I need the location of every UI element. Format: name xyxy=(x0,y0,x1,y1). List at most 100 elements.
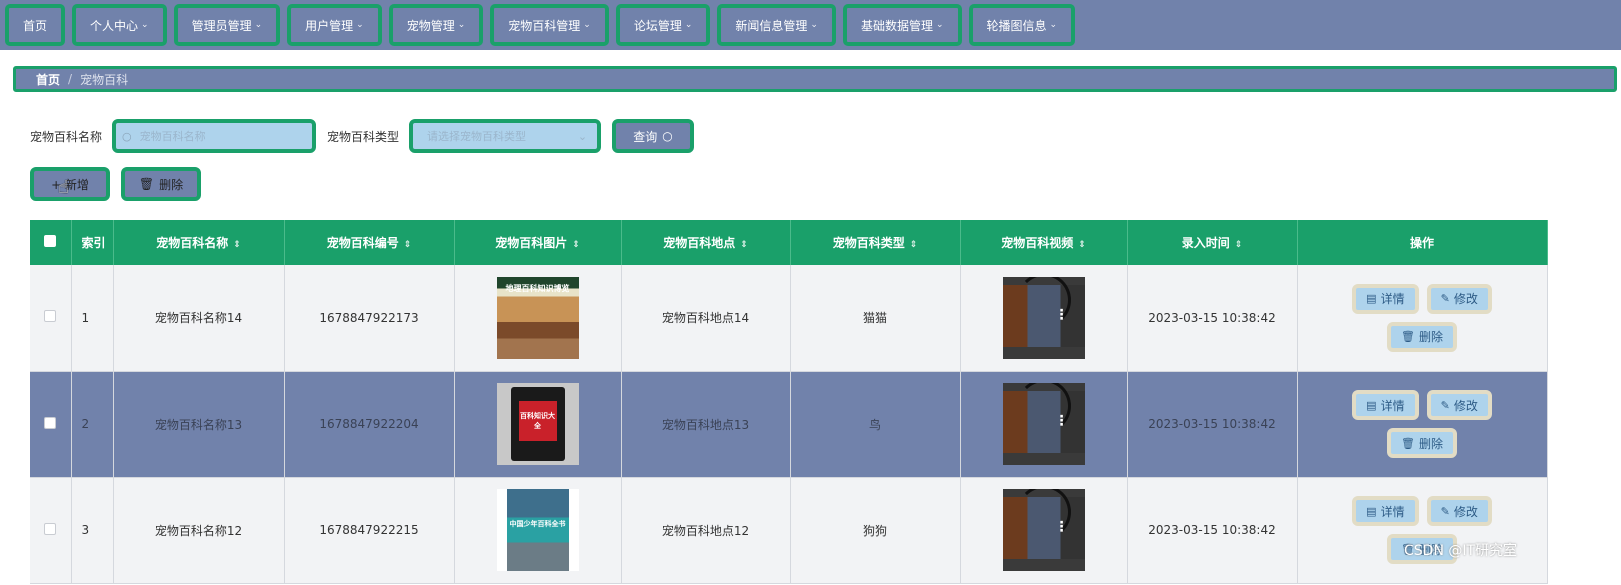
delete-button[interactable]: 🗑 删除 xyxy=(1387,321,1457,352)
row-type: 鸟 xyxy=(790,371,961,478)
row-video-cell: ⋮ xyxy=(960,265,1128,372)
table-row: 1 宠物百科名称14 1678847922173 地理百科知识博览 宠物百科地点… xyxy=(30,265,1548,372)
column-header-label: 宠物百科类型 xyxy=(832,236,905,250)
chevron-down-icon: ⌄ xyxy=(577,129,588,143)
column-header-video[interactable]: 宠物百科视频 ⇕ xyxy=(960,220,1128,265)
row-video-cell: ⋮ xyxy=(960,371,1128,478)
sort-icon[interactable]: ⇕ xyxy=(910,240,918,250)
select-all-checkbox[interactable] xyxy=(30,220,72,265)
column-header-place[interactable]: 宠物百科地点 ⇕ xyxy=(621,220,791,265)
nav-item-pet-encyclopedia-management[interactable]: 宠物百科管理 ⌄ xyxy=(490,4,609,46)
delete-button[interactable]: 🗑 删除 xyxy=(1387,428,1457,458)
book-cover-image[interactable]: 百科知识大全 xyxy=(496,383,579,465)
nav-item-personal-center[interactable]: 个人中心 ⌄ xyxy=(72,4,167,46)
sort-icon[interactable]: ⇕ xyxy=(740,240,748,250)
row-place: 宠物百科地点13 xyxy=(621,371,791,478)
pencil-icon: ✎ xyxy=(1440,398,1450,412)
sort-icon[interactable]: ⇕ xyxy=(572,240,580,250)
sort-icon[interactable]: ⇕ xyxy=(404,240,412,250)
query-label: 查询 xyxy=(633,129,658,144)
nav-item-home[interactable]: 首页 xyxy=(5,4,66,46)
book-cover-image[interactable]: 中国少年百科全书 xyxy=(496,489,579,571)
sort-icon[interactable]: ⇕ xyxy=(1235,240,1243,250)
column-header-label: 宠物百科视频 xyxy=(1001,236,1074,250)
column-header-code[interactable]: 宠物百科编号 ⇕ xyxy=(284,220,455,265)
sort-icon[interactable]: ⇕ xyxy=(233,240,241,250)
search-icon: ○ xyxy=(122,129,132,143)
detail-button[interactable]: ▤ 详情 xyxy=(1352,496,1419,526)
row-name: 宠物百科名称14 xyxy=(113,265,285,372)
row-place: 宠物百科地点14 xyxy=(621,265,791,372)
chevron-down-icon: ⌄ xyxy=(141,20,149,30)
nav-item-forum-management[interactable]: 论坛管理 ⌄ xyxy=(615,4,711,46)
nav-label: 用户管理 xyxy=(305,18,354,33)
more-options-icon[interactable]: ⋮ xyxy=(1055,519,1069,535)
book-cover-image[interactable]: 地理百科知识博览 xyxy=(496,276,579,359)
batch-delete-button[interactable]: 🗑 删除 xyxy=(121,167,201,201)
edit-button[interactable]: ✎ 修改 xyxy=(1426,496,1492,526)
video-thumbnail[interactable]: ⋮ xyxy=(1002,489,1085,571)
row-checkbox[interactable] xyxy=(30,371,72,478)
trash-icon: 🗑 xyxy=(138,177,155,191)
detail-button[interactable]: ▤ 详情 xyxy=(1352,390,1419,420)
add-button[interactable]: + 新增 xyxy=(30,167,110,201)
more-options-icon[interactable]: ⋮ xyxy=(1055,307,1069,323)
name-search-label: 宠物百科名称 xyxy=(30,129,103,144)
row-index: 2 xyxy=(71,371,114,478)
column-header-label: 宠物百科编号 xyxy=(326,236,399,250)
row-code: 1678847922204 xyxy=(284,371,455,478)
row-type: 狗狗 xyxy=(790,477,961,584)
delete-label: 删除 xyxy=(1418,436,1443,451)
more-options-icon[interactable]: ⋮ xyxy=(1055,413,1069,429)
column-header-actions: 操作 xyxy=(1297,220,1548,265)
type-select-label: 宠物百科类型 xyxy=(327,129,400,144)
row-checkbox[interactable] xyxy=(30,477,72,584)
name-search-input[interactable]: ○ 宠物百科名称 xyxy=(112,119,317,153)
row-name: 宠物百科名称12 xyxy=(113,477,285,584)
column-header-label: 录入时间 xyxy=(1181,236,1230,250)
edit-button[interactable]: ✎ 修改 xyxy=(1426,390,1492,420)
row-time: 2023-03-15 10:38:42 xyxy=(1127,265,1298,372)
sort-icon[interactable]: ⇕ xyxy=(1078,240,1086,250)
row-image-cell: 中国少年百科全书 xyxy=(454,477,622,584)
breadcrumb-current: 宠物百科 xyxy=(80,72,129,87)
column-header-type[interactable]: 宠物百科类型 ⇕ xyxy=(790,220,961,265)
video-thumbnail[interactable]: ⋮ xyxy=(1002,383,1085,465)
row-image-cell: 地理百科知识博览 xyxy=(454,265,622,372)
name-search-placeholder: 宠物百科名称 xyxy=(139,130,206,143)
nav-label: 首页 xyxy=(23,18,48,33)
breadcrumb: 首页 / 宠物百科 xyxy=(13,66,1617,92)
row-place: 宠物百科地点12 xyxy=(621,477,791,584)
row-actions: ▤ 详情 ✎ 修改 🗑 删除 xyxy=(1297,477,1548,584)
row-actions: ▤ 详情 ✎ 修改 🗑 删除 xyxy=(1297,265,1548,372)
nav-item-pet-management[interactable]: 宠物管理 ⌄ xyxy=(388,4,484,46)
chevron-down-icon: ⌄ xyxy=(1049,20,1058,30)
nav-item-news-management[interactable]: 新闻信息管理 ⌄ xyxy=(717,4,836,46)
query-button[interactable]: 查询 ○ xyxy=(612,119,695,153)
detail-button[interactable]: ▤ 详情 xyxy=(1352,283,1419,314)
row-checkbox[interactable] xyxy=(30,265,72,372)
edit-button[interactable]: ✎ 修改 xyxy=(1426,283,1492,314)
chevron-down-icon: ⌄ xyxy=(583,20,591,30)
nav-item-base-data-management[interactable]: 基础数据管理 ⌄ xyxy=(842,4,962,46)
document-icon: ▤ xyxy=(1366,504,1377,518)
row-name: 宠物百科名称13 xyxy=(113,371,285,478)
detail-label: 详情 xyxy=(1380,504,1405,519)
type-select[interactable]: 请选择宠物百科类型 ⌄ xyxy=(409,119,602,153)
nav-item-carousel-info[interactable]: 轮播图信息 ⌄ xyxy=(968,4,1076,46)
chevron-down-icon: ⌄ xyxy=(254,20,263,30)
table-row: 2 宠物百科名称13 1678847922204 百科知识大全 宠物百科地点13… xyxy=(30,371,1548,478)
trash-icon: 🗑 xyxy=(1401,330,1415,344)
pencil-icon: ✎ xyxy=(1440,504,1450,518)
column-header-name[interactable]: 宠物百科名称 ⇕ xyxy=(113,220,285,265)
mouse-cursor-icon: ☝ xyxy=(58,177,69,198)
video-thumbnail[interactable]: ⋮ xyxy=(1002,276,1085,359)
nav-item-admin-management[interactable]: 管理员管理 ⌄ xyxy=(173,4,281,46)
column-header-image[interactable]: 宠物百科图片 ⇕ xyxy=(454,220,622,265)
breadcrumb-home[interactable]: 首页 xyxy=(36,71,60,88)
column-header-time[interactable]: 录入时间 ⇕ xyxy=(1127,220,1298,265)
row-image-cell: 百科知识大全 xyxy=(454,371,622,478)
row-code: 1678847922215 xyxy=(284,477,455,584)
nav-item-user-management[interactable]: 用户管理 ⌄ xyxy=(287,4,382,46)
book-cover-title: 中国少年百科全书 xyxy=(509,520,566,528)
